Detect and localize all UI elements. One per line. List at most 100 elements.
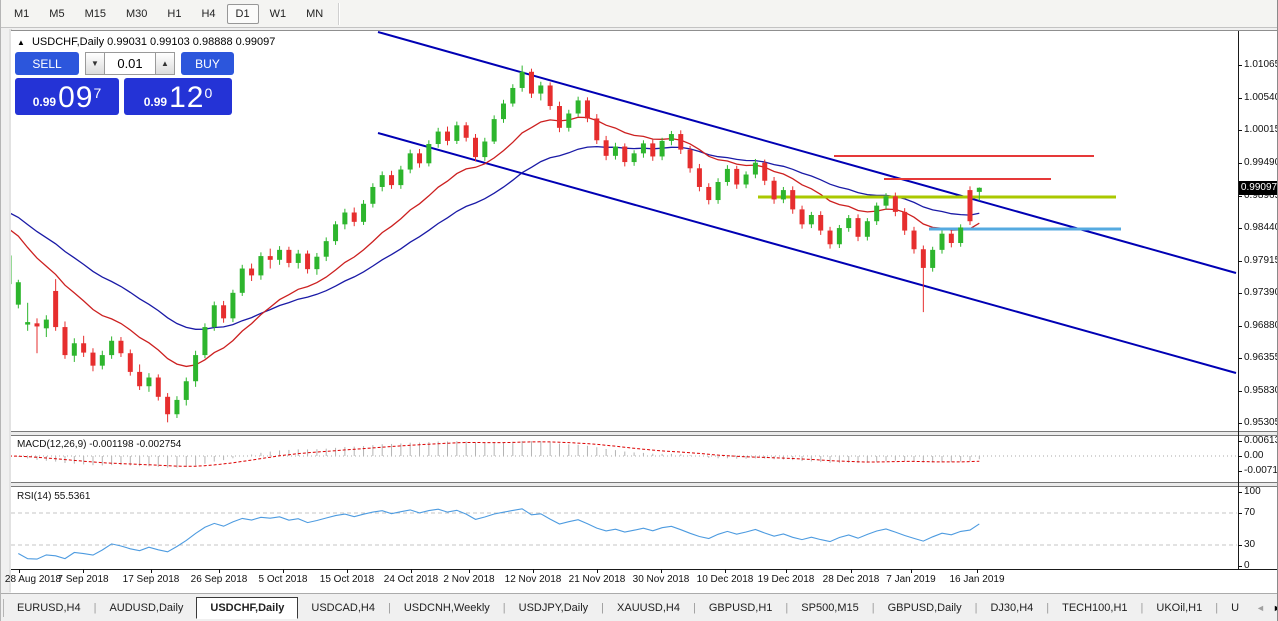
date-axis-label: 2 Nov 2018 [443, 574, 494, 585]
date-axis-label: 12 Nov 2018 [505, 574, 562, 585]
chart-tab-bar: EURUSD,H4|AUDUSD,DailyUSDCHF,DailyUSDCAD… [1, 593, 1277, 621]
lot-increase-button[interactable]: ▲ [155, 52, 175, 75]
tab-audusd-daily[interactable]: AUDUSD,Daily [96, 597, 196, 619]
date-tick [83, 569, 84, 573]
price-tick [1238, 261, 1242, 262]
current-price-box: 0.99097 [1239, 181, 1278, 195]
date-axis-label: 28 Aug 2018 [5, 574, 61, 585]
symbol-title: USDCHF,Daily [32, 36, 104, 48]
rsi-tick [1238, 492, 1242, 493]
macd-axis-label: 0.00 [1244, 450, 1263, 461]
rsi-label: RSI(14) 55.5361 [17, 491, 90, 502]
price-tick [1238, 196, 1242, 197]
tab-scroll-right-icon[interactable]: ► [1269, 603, 1277, 613]
mt4-terminal-window: M1M5M15M30H1H4D1W1MN 1.010651.005401.000… [0, 0, 1278, 621]
lot-decrease-button[interactable]: ▼ [85, 52, 105, 75]
tab-eurusd-h4[interactable]: EURUSD,H4 [4, 597, 94, 619]
date-tick [347, 569, 348, 573]
tab-xauusd-h4[interactable]: XAUUSD,H4 [604, 597, 693, 619]
lot-size-input[interactable]: 0.01 [105, 52, 155, 75]
date-tick [725, 569, 726, 573]
rsi-axis-label: 30 [1244, 539, 1255, 550]
price-tick [1238, 423, 1242, 424]
price-axis-label: 0.99490 [1244, 157, 1278, 168]
date-axis-label: 5 Oct 2018 [259, 574, 308, 585]
price-axis-label: 0.96880 [1244, 320, 1278, 331]
tab-usdcad-h4[interactable]: USDCAD,H4 [298, 597, 388, 619]
macd-axis-label: 0.006137 [1244, 435, 1278, 446]
buy-price-button[interactable]: 0.99 12 0 [124, 78, 232, 115]
rsi-axis-label: 100 [1244, 486, 1261, 497]
candles-layer [11, 66, 982, 423]
price-tick [1238, 293, 1242, 294]
trend-channel[interactable] [378, 32, 1236, 373]
tab-dj30-h4[interactable]: DJ30,H4 [977, 597, 1046, 619]
timeframe-button-w1[interactable]: W1 [261, 4, 296, 24]
timeframe-button-m5[interactable]: M5 [40, 4, 73, 24]
date-tick [911, 569, 912, 573]
tab-tech100-h1[interactable]: TECH100,H1 [1049, 597, 1140, 619]
sell-price-button[interactable]: 0.99 09 7 [15, 78, 119, 115]
collapse-arrow-icon[interactable]: ▲ [17, 38, 25, 47]
price-axis-label: 0.98440 [1244, 222, 1278, 233]
date-axis-label: 26 Sep 2018 [191, 574, 248, 585]
macd-tick [1238, 471, 1242, 472]
price-tick [1238, 228, 1242, 229]
tab-gbpusd-h1[interactable]: GBPUSD,H1 [696, 597, 786, 619]
macd-axis-label: -0.007142 [1244, 465, 1278, 476]
date-tick [851, 569, 852, 573]
date-tick [533, 569, 534, 573]
tab-scroll-controls: ◄► [1252, 603, 1277, 613]
panel-separator[interactable] [11, 482, 1278, 487]
panel-separator[interactable] [11, 431, 1278, 436]
tab-u[interactable]: U [1218, 597, 1252, 619]
price-axis-label: 0.95305 [1244, 417, 1278, 428]
timeframe-button-m1[interactable]: M1 [5, 4, 38, 24]
tab-scroll-left-icon[interactable]: ◄ [1252, 603, 1269, 613]
price-tick [1238, 130, 1242, 131]
buy-price-prefix: 0.99 [144, 92, 167, 112]
tab-usdjpy-daily[interactable]: USDJPY,Daily [506, 597, 602, 619]
price-axis-label: 0.97390 [1244, 287, 1278, 298]
tab-usdchf-daily[interactable]: USDCHF,Daily [196, 597, 298, 619]
rsi-indicator-panel[interactable] [11, 488, 1238, 569]
tab-usdcnh-weekly[interactable]: USDCNH,Weekly [391, 597, 503, 619]
date-tick [661, 569, 662, 573]
timeframe-button-mn[interactable]: MN [297, 4, 332, 24]
chevron-up-icon: ▲ [161, 59, 169, 68]
price-tick [1238, 358, 1242, 359]
timeframe-button-d1[interactable]: D1 [227, 4, 259, 24]
sell-button[interactable]: SELL [15, 52, 79, 75]
price-axis-label: 1.00015 [1244, 124, 1278, 135]
tab-ukoil-h1[interactable]: UKOil,H1 [1143, 597, 1215, 619]
rsi-axis-label: 0 [1244, 560, 1250, 571]
price-axis-label: 0.95830 [1244, 385, 1278, 396]
price-tick [1238, 391, 1242, 392]
tab-sp500-m15[interactable]: SP500,M15 [788, 597, 871, 619]
date-axis-label: 16 Jan 2019 [949, 574, 1004, 585]
tab-gbpusd-daily[interactable]: GBPUSD,Daily [875, 597, 975, 619]
timeframe-button-h1[interactable]: H1 [158, 4, 190, 24]
buy-price-pip: 0 [204, 86, 212, 100]
one-click-trading-row: SELL ▼ 0.01 ▲ BUY [15, 52, 234, 75]
date-tick [411, 569, 412, 573]
timeframe-button-h4[interactable]: H4 [192, 4, 224, 24]
timeframe-button-m15[interactable]: M15 [76, 4, 115, 24]
bid-ask-panel: 0.99 09 7 0.99 12 0 [15, 78, 232, 115]
price-axis-label: 1.01065 [1244, 59, 1278, 70]
date-tick [151, 569, 152, 573]
macd-indicator-panel[interactable] [11, 437, 1238, 482]
date-tick [219, 569, 220, 573]
price-axis-line [1238, 31, 1239, 569]
timeframe-toolbar: M1M5M15M30H1H4D1W1MN [1, 0, 1277, 28]
symbol-ohlc-header: ▲ USDCHF,Daily 0.99031 0.99103 0.98888 0… [17, 36, 275, 48]
sell-price-big: 09 [58, 84, 93, 112]
macd-label: MACD(12,26,9) -0.001198 -0.002754 [17, 439, 181, 450]
buy-button[interactable]: BUY [181, 52, 234, 75]
timeframe-button-m30[interactable]: M30 [117, 4, 156, 24]
rsi-tick [1238, 513, 1242, 514]
moving-averages [11, 117, 979, 366]
date-tick [977, 569, 978, 573]
date-axis-line [11, 569, 1278, 570]
date-axis-label: 24 Oct 2018 [384, 574, 438, 585]
